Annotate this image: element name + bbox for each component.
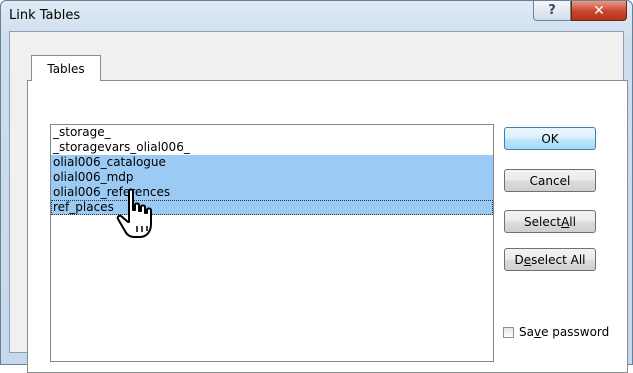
- list-item-catalogue[interactable]: olial006_catalogue: [51, 155, 493, 170]
- help-icon: ?: [548, 3, 556, 18]
- save-password-option[interactable]: Save password: [503, 325, 609, 339]
- help-button[interactable]: ?: [533, 1, 571, 21]
- hand-pointer-icon: [116, 188, 152, 238]
- save-password-label: Save password: [519, 325, 610, 339]
- list-item-mdp[interactable]: olial006_mdp: [51, 170, 493, 185]
- dialog-body: Tables _storage_ _storagevars_olial006_ …: [9, 31, 628, 373]
- list-item-storagevars[interactable]: _storagevars_olial006_: [51, 140, 493, 155]
- list-item-storage[interactable]: _storage_: [51, 125, 493, 140]
- close-button[interactable]: ✕: [571, 1, 627, 21]
- link-tables-dialog: Link Tables ? ✕ Tables _storage_ _storag…: [0, 0, 633, 373]
- close-icon: ✕: [593, 2, 605, 19]
- tables-listbox[interactable]: _storage_ _storagevars_olial006_ olial00…: [50, 124, 494, 362]
- select-all-button[interactable]: Select All: [504, 210, 596, 233]
- cancel-button[interactable]: Cancel: [504, 169, 596, 192]
- tab-tables[interactable]: Tables: [31, 55, 101, 81]
- ok-button[interactable]: OK: [504, 127, 596, 150]
- dialog-title: Link Tables: [9, 8, 81, 23]
- deselect-all-button[interactable]: De select All: [504, 248, 596, 271]
- title-bar[interactable]: Link Tables ? ✕: [1, 1, 632, 31]
- save-password-checkbox[interactable]: [503, 326, 514, 338]
- tab-tables-label: Tables: [47, 61, 85, 76]
